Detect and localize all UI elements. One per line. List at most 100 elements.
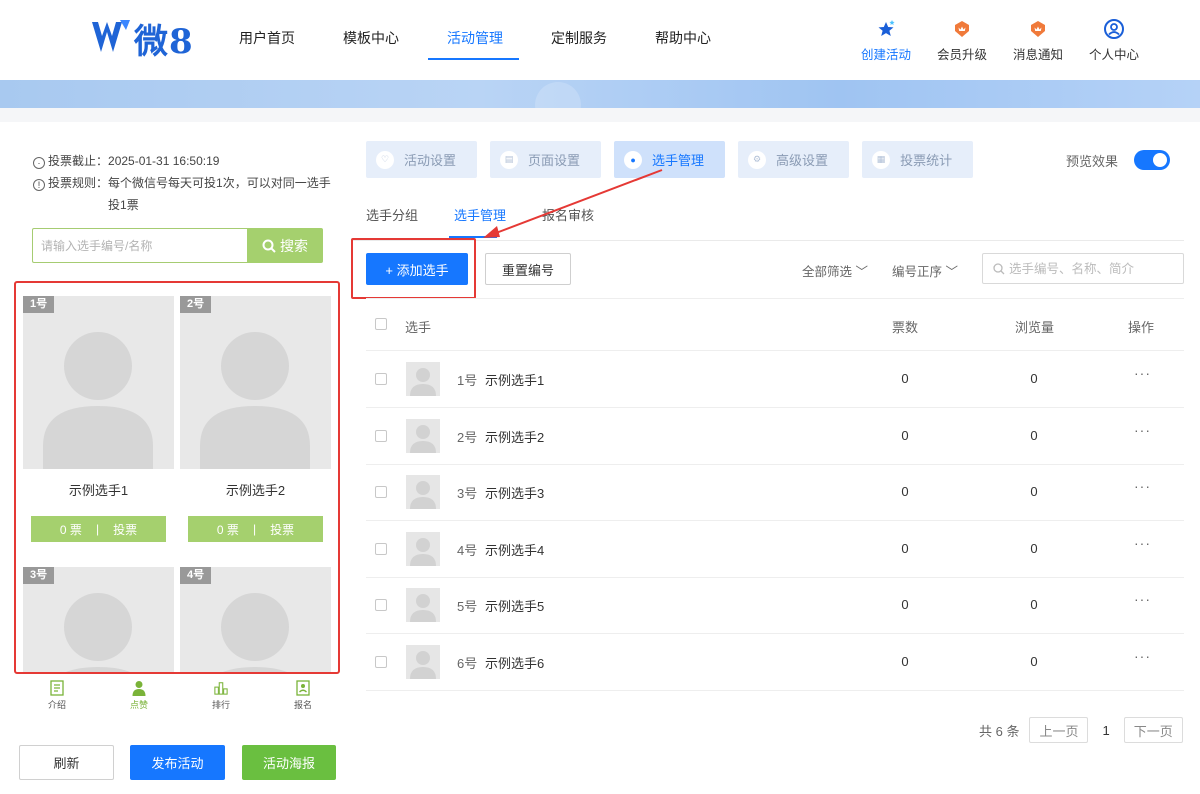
- subtab-signup-review[interactable]: 报名审核: [542, 205, 594, 224]
- row-checkbox[interactable]: [375, 486, 387, 498]
- refresh-button[interactable]: 刷新: [19, 745, 114, 780]
- preview-bottom-nav: 介绍 点赞 排行 报名: [20, 680, 340, 711]
- vote-button[interactable]: 投票: [113, 521, 137, 538]
- player-card[interactable]: 2号 示例选手2 0 票 | 投票: [180, 296, 331, 542]
- bell-icon: [1031, 21, 1045, 37]
- tab-activity-settings[interactable]: ♡ 活动设置: [366, 141, 478, 178]
- more-icon[interactable]: ···: [1134, 535, 1151, 551]
- player-number: 4号: [457, 543, 478, 558]
- vote-bar[interactable]: 0 票 | 投票: [188, 516, 323, 542]
- player-card[interactable]: 3号: [23, 567, 174, 672]
- tab-player-manage[interactable]: ● 选手管理: [614, 141, 726, 178]
- page-icon: ▤: [500, 150, 519, 169]
- tab-page-settings[interactable]: ▤ 页面设置: [490, 141, 602, 178]
- nav-item-templates[interactable]: 模板中心: [319, 0, 423, 80]
- row-checkbox[interactable]: [375, 599, 387, 611]
- rule-value: 每个微信号每天可投1次，可以对同一选手投1票: [108, 176, 331, 212]
- subtab-player-manage[interactable]: 选手管理: [454, 205, 506, 224]
- more-icon[interactable]: ···: [1134, 422, 1151, 438]
- crown-icon: [955, 21, 969, 37]
- preview-actions: 刷新 发布活动 活动海报: [19, 745, 336, 780]
- person-icon: ●: [624, 150, 643, 169]
- intro-icon: [50, 680, 64, 696]
- pagination: 共 6 条 上一页 1 下一页: [979, 717, 1183, 743]
- deadline-label: 投票截止：: [48, 154, 109, 168]
- bottom-nav-like-label: 点赞: [129, 700, 148, 710]
- more-icon[interactable]: ···: [1134, 648, 1151, 664]
- create-activity-button[interactable]: 创建活动: [848, 18, 924, 63]
- current-page[interactable]: 1: [1102, 723, 1109, 738]
- total-count: 共 6 条: [979, 723, 1020, 739]
- avatar: [406, 588, 440, 622]
- nav-item-home[interactable]: 用户首页: [215, 0, 319, 80]
- logo[interactable]: 微8: [90, 16, 194, 62]
- player-number-tag: 1号: [23, 296, 55, 313]
- more-icon[interactable]: ···: [1134, 591, 1151, 607]
- person-placeholder-icon: [410, 368, 436, 396]
- table-row: 5号 示例选手5 0 0 ···: [366, 577, 1184, 634]
- tab-vote-stats[interactable]: ▦ 投票统计: [862, 141, 974, 178]
- add-player-button[interactable]: + 添加选手: [366, 253, 468, 285]
- stats-icon: ▦: [872, 150, 891, 169]
- row-checkbox[interactable]: [375, 656, 387, 668]
- vote-count: 0 票: [216, 522, 239, 537]
- avatar: [406, 645, 440, 679]
- player-search-input[interactable]: [1009, 261, 1179, 276]
- vote-button[interactable]: 投票: [270, 521, 294, 538]
- preview-search-button[interactable]: 搜索: [247, 228, 323, 263]
- bottom-nav-signup[interactable]: 报名: [281, 680, 325, 711]
- preview-highlight-frame: 1号 示例选手1 0 票 | 投票 2号 示例选手2 0 票 | 投票 3号 4…: [14, 281, 340, 674]
- member-upgrade-label: 会员升级: [936, 48, 987, 62]
- more-icon[interactable]: ···: [1134, 478, 1151, 494]
- search-icon: [262, 239, 276, 253]
- player-name: 示例选手2: [225, 483, 286, 498]
- rule-row: ! 投票规则： 每个微信号每天可投1次，可以对同一选手投1票: [33, 172, 333, 216]
- row-checkbox[interactable]: [375, 430, 387, 442]
- preview-switch[interactable]: [1134, 150, 1171, 170]
- player-votes: 0: [901, 484, 909, 499]
- person-placeholder-icon: [43, 332, 153, 469]
- col-ops: 操作: [1128, 320, 1155, 335]
- activity-poster-button[interactable]: 活动海报: [242, 745, 336, 780]
- bottom-nav-like[interactable]: 点赞: [117, 680, 161, 711]
- signup-icon: [296, 680, 310, 696]
- player-card[interactable]: 4号: [180, 567, 331, 672]
- person-placeholder-icon: [200, 332, 310, 469]
- member-upgrade-button[interactable]: 会员升级: [924, 18, 1000, 63]
- clock-icon: ·: [33, 157, 45, 169]
- col-player: 选手: [405, 320, 432, 335]
- sort-dropdown[interactable]: 编号正序 ﹀: [892, 261, 958, 280]
- filter-dropdown[interactable]: 全部筛选 ﹀: [802, 261, 868, 280]
- reset-number-button[interactable]: 重置编号: [485, 253, 571, 285]
- player-views: 0: [1030, 371, 1038, 386]
- message-notify-button[interactable]: 消息通知: [1000, 18, 1076, 63]
- bottom-nav-intro[interactable]: 介绍: [35, 680, 79, 711]
- next-page-button[interactable]: 下一页: [1123, 717, 1183, 743]
- player-photo: 3号: [23, 567, 174, 672]
- player-photo: 4号: [180, 567, 331, 672]
- table-row: 6号 示例选手6 0 0 ···: [366, 634, 1184, 691]
- subtab-player-groups[interactable]: 选手分组: [366, 205, 418, 224]
- personal-center-button[interactable]: 个人中心: [1076, 18, 1152, 63]
- row-checkbox[interactable]: [375, 373, 387, 385]
- bottom-nav-ranking[interactable]: 排行: [199, 680, 243, 711]
- ranking-icon: [214, 682, 228, 695]
- tab-advanced-settings[interactable]: ⚙ 高级设置: [738, 141, 850, 178]
- prev-page-button[interactable]: 上一页: [1029, 717, 1089, 743]
- settings-tabs: ♡ 活动设置 ▤ 页面设置 ● 选手管理 ⚙ 高级设置 ▦ 投票统计: [366, 141, 986, 178]
- publish-activity-button[interactable]: 发布活动: [130, 745, 225, 780]
- personal-center-label: 个人中心: [1088, 48, 1139, 62]
- table-row: 3号 示例选手3 0 0 ···: [366, 464, 1184, 521]
- preview-search-input[interactable]: [32, 228, 247, 263]
- nav-item-custom-service[interactable]: 定制服务: [527, 0, 631, 80]
- vote-bar[interactable]: 0 票 | 投票: [31, 516, 166, 542]
- nav-item-help[interactable]: 帮助中心: [631, 0, 735, 80]
- player-card[interactable]: 1号 示例选手1 0 票 | 投票: [23, 296, 174, 542]
- nav-item-activity-manage[interactable]: 活动管理: [423, 0, 527, 80]
- select-all-checkbox[interactable]: [375, 318, 387, 330]
- search-icon: [993, 262, 1005, 274]
- player-number: 1号: [457, 373, 478, 388]
- row-checkbox[interactable]: [375, 543, 387, 555]
- tab-vote-stats-label: 投票统计: [900, 153, 953, 168]
- more-icon[interactable]: ···: [1134, 365, 1151, 381]
